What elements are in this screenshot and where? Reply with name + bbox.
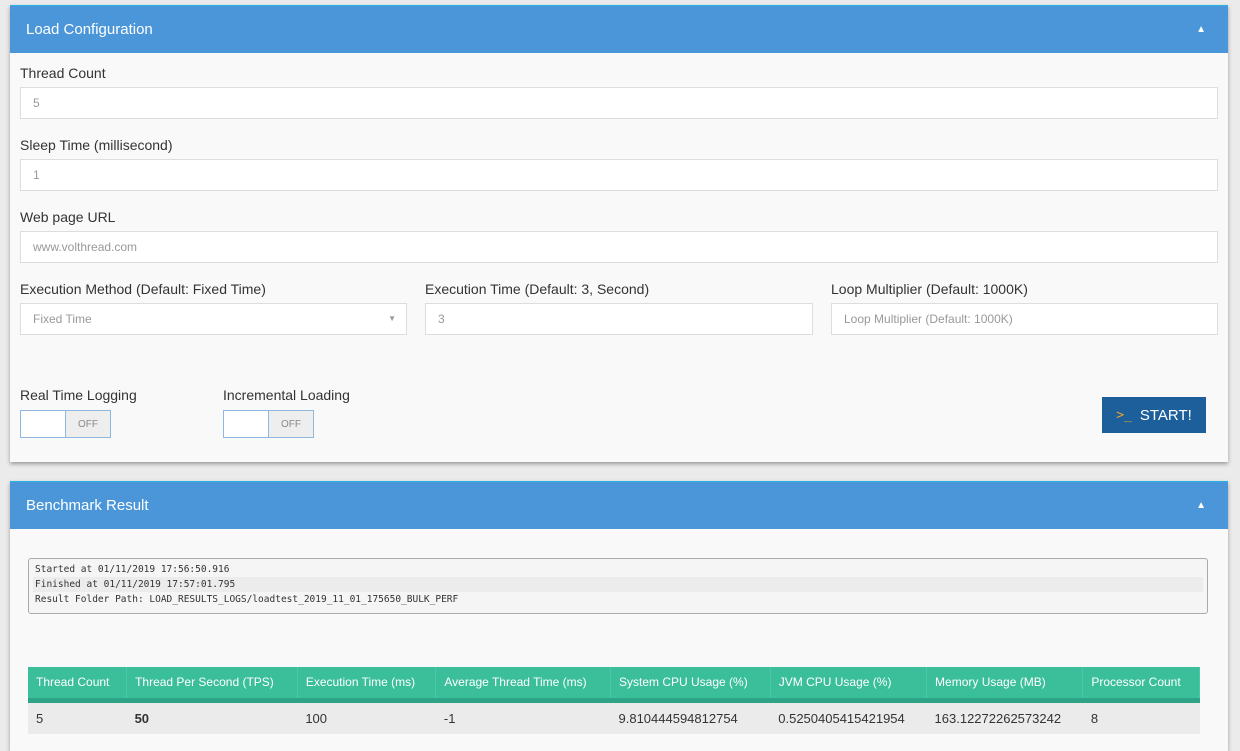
loop-multiplier-input[interactable]: Loop Multiplier (Default: 1000K): [831, 303, 1218, 335]
web-url-label: Web page URL: [20, 209, 116, 225]
execution-method-select[interactable]: Fixed Time ▼: [20, 303, 407, 335]
column-header: Processor Count: [1082, 667, 1200, 703]
thread-count-cell[interactable]: 5: [28, 700, 127, 734]
load-configuration-panel: Load Configuration ▲ Thread Count 5 Slee…: [10, 5, 1228, 462]
loop-multiplier-label: Loop Multiplier (Default: 1000K): [831, 281, 1028, 297]
log-line: Result Folder Path: LOAD_RESULTS_LOGS/lo…: [35, 594, 459, 605]
start-button[interactable]: >_ START!: [1102, 397, 1206, 433]
thread-count-label: Thread Count: [20, 65, 106, 81]
real-time-logging-label: Real Time Logging: [20, 387, 137, 403]
result-log: Started at 01/11/2019 17:56:50.916 Finis…: [28, 558, 1208, 614]
toggle-state: OFF: [66, 411, 110, 437]
panel-title: Load Configuration: [26, 21, 153, 38]
execution-time-label: Execution Time (Default: 3, Second): [425, 281, 650, 297]
memory-usage-cell: 163.12272262573242: [926, 700, 1083, 734]
jvm-cpu-cell: 0.5250405415421954: [770, 700, 927, 734]
terminal-prompt-icon: >_: [1116, 407, 1132, 423]
toggle-state: OFF: [269, 411, 313, 437]
column-header: Execution Time (ms): [297, 667, 437, 703]
log-line: Started at 01/11/2019 17:56:50.916: [35, 564, 230, 575]
execution-time-cell: 100: [297, 700, 436, 734]
sleep-time-input[interactable]: 1: [20, 159, 1218, 191]
table-row: 5 50 100 -1 9.810444594812754 0.52504054…: [28, 700, 1200, 734]
benchmark-result-panel: Benchmark Result ▲ Started at 01/11/2019…: [10, 481, 1228, 751]
sleep-time-label: Sleep Time (millisecond): [20, 137, 173, 153]
thread-count-input[interactable]: 5: [20, 87, 1218, 119]
table-header-row: Thread Count Thread Per Second (TPS) Exe…: [28, 667, 1200, 703]
incremental-loading-toggle[interactable]: OFF: [223, 410, 314, 438]
execution-time-input[interactable]: 3: [425, 303, 813, 335]
column-header: JVM CPU Usage (%): [770, 667, 928, 703]
toggle-knob: [224, 411, 269, 437]
system-cpu-cell: 9.810444594812754: [610, 700, 771, 734]
processor-count-cell: 8: [1082, 700, 1200, 734]
execution-method-label: Execution Method (Default: Fixed Time): [20, 281, 266, 297]
chevron-up-icon[interactable]: ▲: [1196, 500, 1206, 511]
column-header: Thread Per Second (TPS): [126, 667, 298, 703]
load-configuration-header[interactable]: Load Configuration ▲: [10, 5, 1228, 53]
column-header: Memory Usage (MB): [926, 667, 1084, 703]
real-time-logging-toggle[interactable]: OFF: [20, 410, 111, 438]
execution-method-value: Fixed Time: [33, 312, 92, 326]
incremental-loading-label: Incremental Loading: [223, 387, 350, 403]
average-thread-time-cell: -1: [435, 700, 611, 734]
web-url-input[interactable]: www.volthread.com: [20, 231, 1218, 263]
result-table: Thread Count Thread Per Second (TPS) Exe…: [28, 667, 1200, 734]
toggle-knob: [21, 411, 66, 437]
panel-title: Benchmark Result: [26, 497, 149, 514]
start-button-label: START!: [1139, 406, 1192, 424]
dropdown-arrow-icon: ▼: [388, 314, 396, 323]
column-header: Thread Count: [28, 667, 128, 703]
column-header: Average Thread Time (ms): [435, 667, 611, 703]
tps-cell: 50: [126, 700, 298, 734]
chevron-up-icon[interactable]: ▲: [1196, 24, 1206, 35]
log-line: Finished at 01/11/2019 17:57:01.795: [33, 577, 1203, 592]
column-header: System CPU Usage (%): [610, 667, 771, 703]
benchmark-result-header[interactable]: Benchmark Result ▲: [10, 481, 1228, 529]
